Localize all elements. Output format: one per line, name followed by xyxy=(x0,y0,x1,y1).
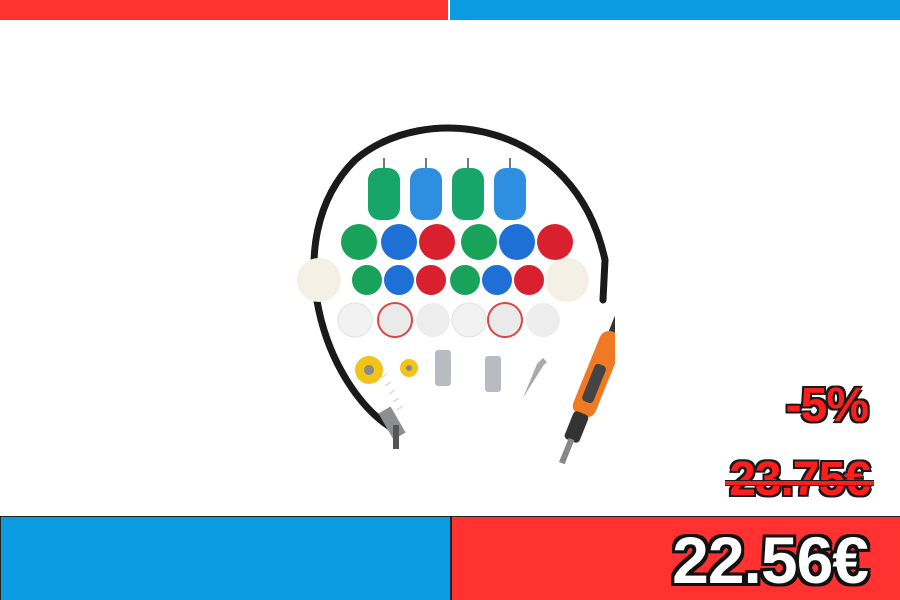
price-strikethrough xyxy=(725,479,874,486)
top-bar-red xyxy=(0,0,448,20)
discount-label: -5% xyxy=(785,379,869,432)
cylinder-sponges xyxy=(368,158,526,220)
rotary-handpiece xyxy=(559,297,615,465)
top-bar-blue xyxy=(448,0,900,20)
polishing-kit-image xyxy=(297,124,615,465)
felt-pads xyxy=(337,302,560,338)
old-price: 23.75€ xyxy=(725,452,874,507)
bottom-bar-blue xyxy=(0,516,450,600)
new-price: 22.56€ xyxy=(672,523,869,597)
large-pads xyxy=(341,224,573,260)
accessories xyxy=(355,350,547,398)
top-color-bar xyxy=(0,0,900,20)
small-pads xyxy=(297,258,589,302)
